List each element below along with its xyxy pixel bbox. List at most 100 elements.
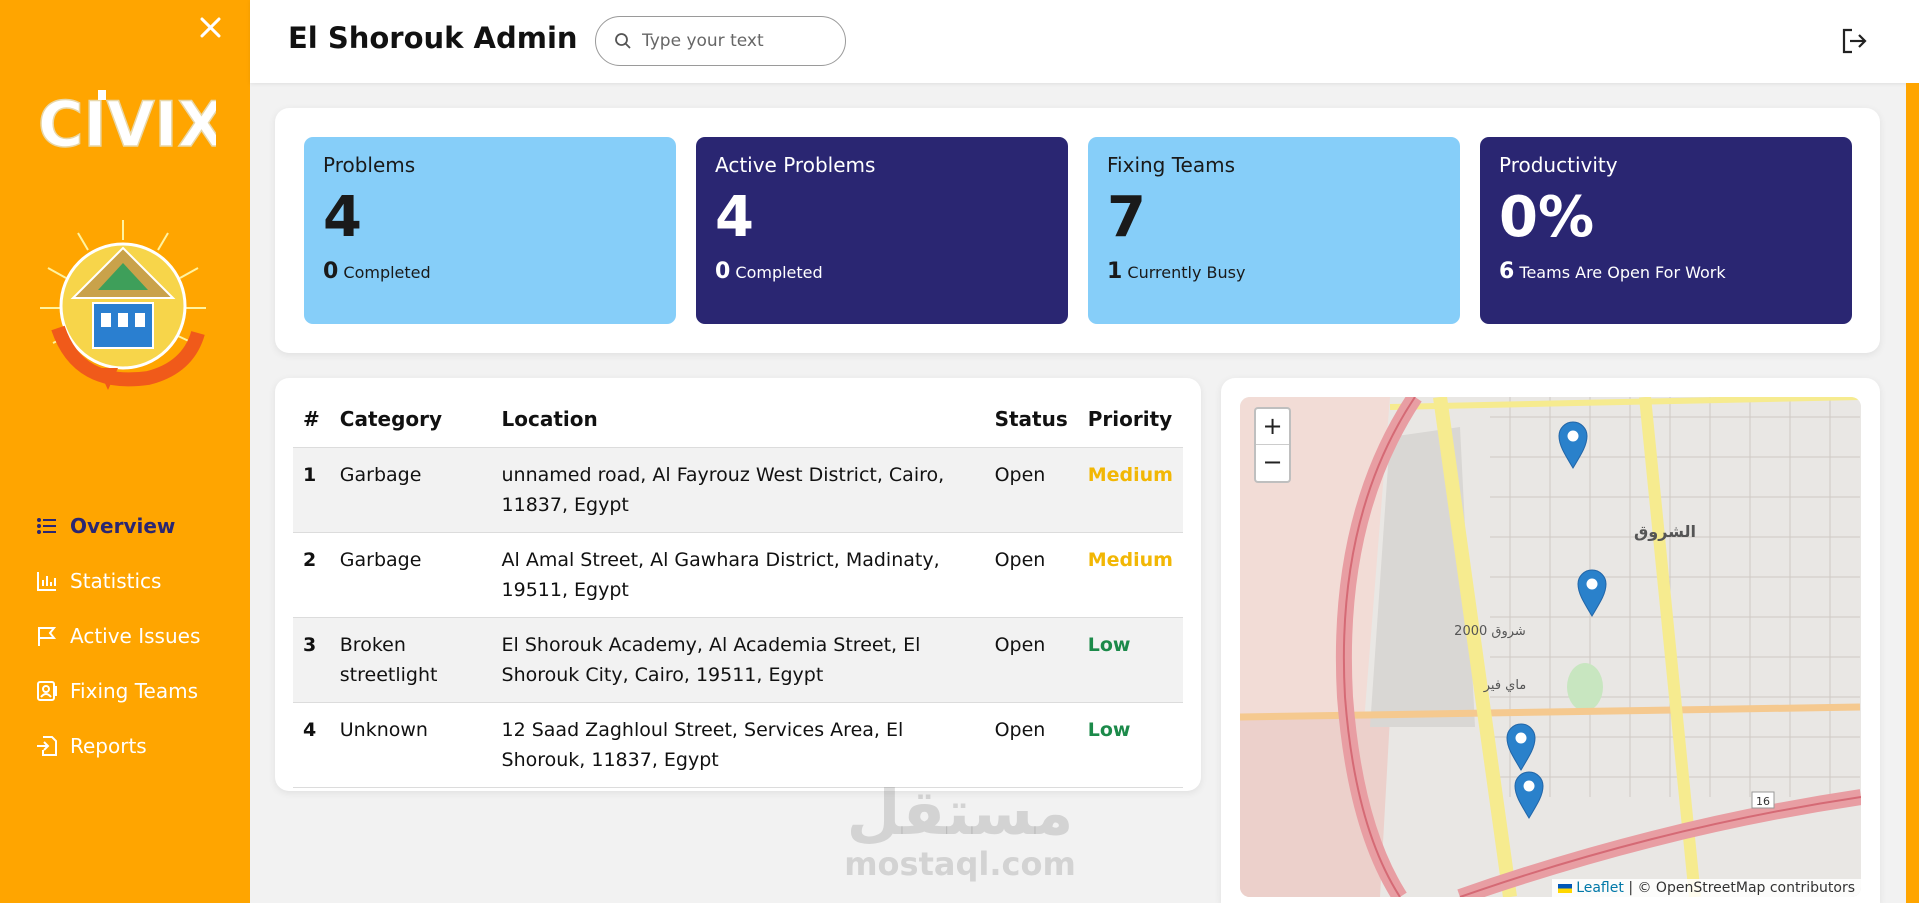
column-header-priority: Priority (1087, 406, 1173, 431)
row-number: 4 (293, 701, 330, 788)
stat-card-problems: Problems 4 0 Completed (304, 137, 676, 324)
civix-logo: CIVIX (37, 88, 216, 158)
stat-sub-label: Teams Are Open For Work (1519, 263, 1726, 282)
map-label-shorouk-2000: شروق 2000 (1454, 624, 1526, 639)
leaflet-link[interactable]: Leaflet (1576, 880, 1624, 896)
column-header-number: # (303, 406, 320, 431)
search-box[interactable] (595, 16, 846, 66)
sidebar-item-overview[interactable]: Overview (36, 498, 236, 553)
zoom-out-button[interactable]: − (1256, 445, 1289, 481)
sidebar-item-statistics[interactable]: Statistics (36, 553, 236, 608)
map-marker-icon[interactable] (1514, 771, 1544, 819)
stat-value: 0% (1499, 185, 1595, 250)
stat-sub-value: 0 (323, 259, 339, 284)
row-priority: Low (1077, 616, 1183, 702)
search-input[interactable] (642, 31, 812, 51)
sidebar-item-label: Fixing Teams (70, 678, 199, 703)
watermark: مستقل mostaql.com (840, 776, 1080, 883)
zoom-control: + − (1254, 407, 1291, 483)
row-category: Garbage (329, 531, 492, 617)
sidebar-item-fixing-teams[interactable]: Fixing Teams (36, 663, 236, 718)
map-marker-icon[interactable] (1558, 421, 1588, 469)
map-attribution: Leaflet | © OpenStreetMap contributors (1551, 879, 1861, 897)
problems-table-panel: # Category Location Status Priority 1 Ga… (275, 378, 1201, 791)
table-header-row: # Category Location Status Priority (293, 391, 1183, 447)
row-priority: Low (1077, 701, 1183, 788)
stat-title: Fixing Teams (1107, 153, 1236, 177)
road-number-label: 16 (1756, 795, 1770, 808)
row-location: unnamed road, Al Fayrouz West District, … (491, 446, 985, 532)
close-sidebar-icon[interactable] (193, 10, 227, 44)
report-icon (36, 735, 58, 757)
row-status: Open (984, 446, 1078, 532)
stat-title: Active Problems (715, 153, 876, 177)
row-number: 1 (293, 446, 330, 532)
stat-sub-label: Completed (343, 263, 431, 282)
stat-title: Problems (323, 153, 416, 177)
row-location: 12 Saad Zaghloul Street, Services Area, … (491, 701, 985, 788)
osm-attribution-text: | © OpenStreetMap contributors (1628, 880, 1855, 896)
row-priority: Medium (1077, 446, 1183, 532)
page-scrollbar[interactable] (1906, 83, 1919, 903)
stat-title: Productivity (1499, 153, 1618, 177)
row-status: Open (984, 531, 1078, 617)
ukraine-flag-icon (1557, 883, 1572, 893)
bar-chart-icon (36, 570, 58, 592)
stat-subtext: 1 Currently Busy (1107, 259, 1441, 284)
sidebar-item-label: Statistics (70, 568, 162, 593)
stat-value: 7 (1107, 185, 1146, 250)
stat-value: 4 (715, 185, 754, 250)
problems-table: # Category Location Status Priority 1 Ga… (293, 391, 1183, 788)
list-icon (36, 515, 58, 537)
map-marker-icon[interactable] (1506, 723, 1536, 771)
row-status: Open (984, 701, 1078, 788)
map-label-shorouk: الشروق (1634, 522, 1696, 541)
stat-sub-label: Completed (735, 263, 823, 282)
zoom-in-button[interactable]: + (1256, 409, 1289, 445)
city-emblem-logo (40, 220, 206, 390)
row-number: 3 (293, 616, 330, 702)
stat-sub-label: Currently Busy (1127, 263, 1246, 282)
sidebar-item-reports[interactable]: Reports (36, 718, 236, 773)
row-category: Broken streetlight (329, 616, 492, 702)
column-header-status: Status (994, 406, 1068, 431)
top-header: El Shorouk Admin (250, 0, 1919, 83)
sidebar-nav: Overview Statistics Active Issues Fixing… (36, 498, 236, 773)
stat-value: 4 (323, 185, 362, 250)
table-row[interactable]: 1 Garbage unnamed road, Al Fayrouz West … (293, 446, 1183, 532)
column-header-location: Location (501, 406, 598, 431)
stat-sub-value: 1 (1107, 259, 1123, 284)
watermark-latin: mostaql.com (844, 845, 1076, 883)
table-row[interactable]: 2 Garbage Al Amal Street, Al Gawhara Dis… (293, 531, 1183, 617)
row-number: 2 (293, 531, 330, 617)
stats-panel: Problems 4 0 Completed Active Problems 4… (275, 108, 1880, 353)
map-tiles: 16 الشروق شروق 2000 ماي فير (1240, 397, 1861, 897)
sidebar-item-active-issues[interactable]: Active Issues (36, 608, 236, 663)
sidebar-item-label: Reports (70, 733, 147, 758)
row-status: Open (984, 616, 1078, 702)
svg-text:CIVIX: CIVIX (38, 88, 216, 158)
flag-icon (36, 625, 58, 647)
table-row[interactable]: 3 Broken streetlight El Shorouk Academy,… (293, 616, 1183, 702)
sidebar: CIVIX Overview Statistics Active Issues … (0, 0, 250, 903)
row-location: El Shorouk Academy, Al Academia Street, … (491, 616, 985, 702)
map-label-mayfair: ماي فير (1483, 678, 1527, 693)
stat-card-productivity: Productivity 0% 6 Teams Are Open For Wor… (1480, 137, 1852, 324)
search-icon (615, 33, 631, 49)
stat-subtext: 0 Completed (323, 259, 657, 284)
watermark-arabic: مستقل (846, 776, 1074, 849)
stat-subtext: 6 Teams Are Open For Work (1499, 259, 1833, 284)
row-priority: Medium (1077, 531, 1183, 617)
logout-icon[interactable] (1840, 27, 1868, 55)
table-row[interactable]: 4 Unknown 12 Saad Zaghloul Street, Servi… (293, 701, 1183, 788)
stat-subtext: 0 Completed (715, 259, 1049, 284)
sidebar-item-label: Overview (70, 513, 176, 538)
stat-card-active-problems: Active Problems 4 0 Completed (696, 137, 1068, 324)
team-icon (36, 680, 58, 702)
sidebar-item-label: Active Issues (70, 623, 201, 648)
page-title: El Shorouk Admin (288, 21, 578, 55)
issues-map[interactable]: 16 الشروق شروق 2000 ماي فير + − Leaflet … (1240, 397, 1861, 897)
stat-sub-value: 0 (715, 259, 731, 284)
map-marker-icon[interactable] (1577, 569, 1607, 617)
row-location: Al Amal Street, Al Gawhara District, Mad… (491, 531, 985, 617)
